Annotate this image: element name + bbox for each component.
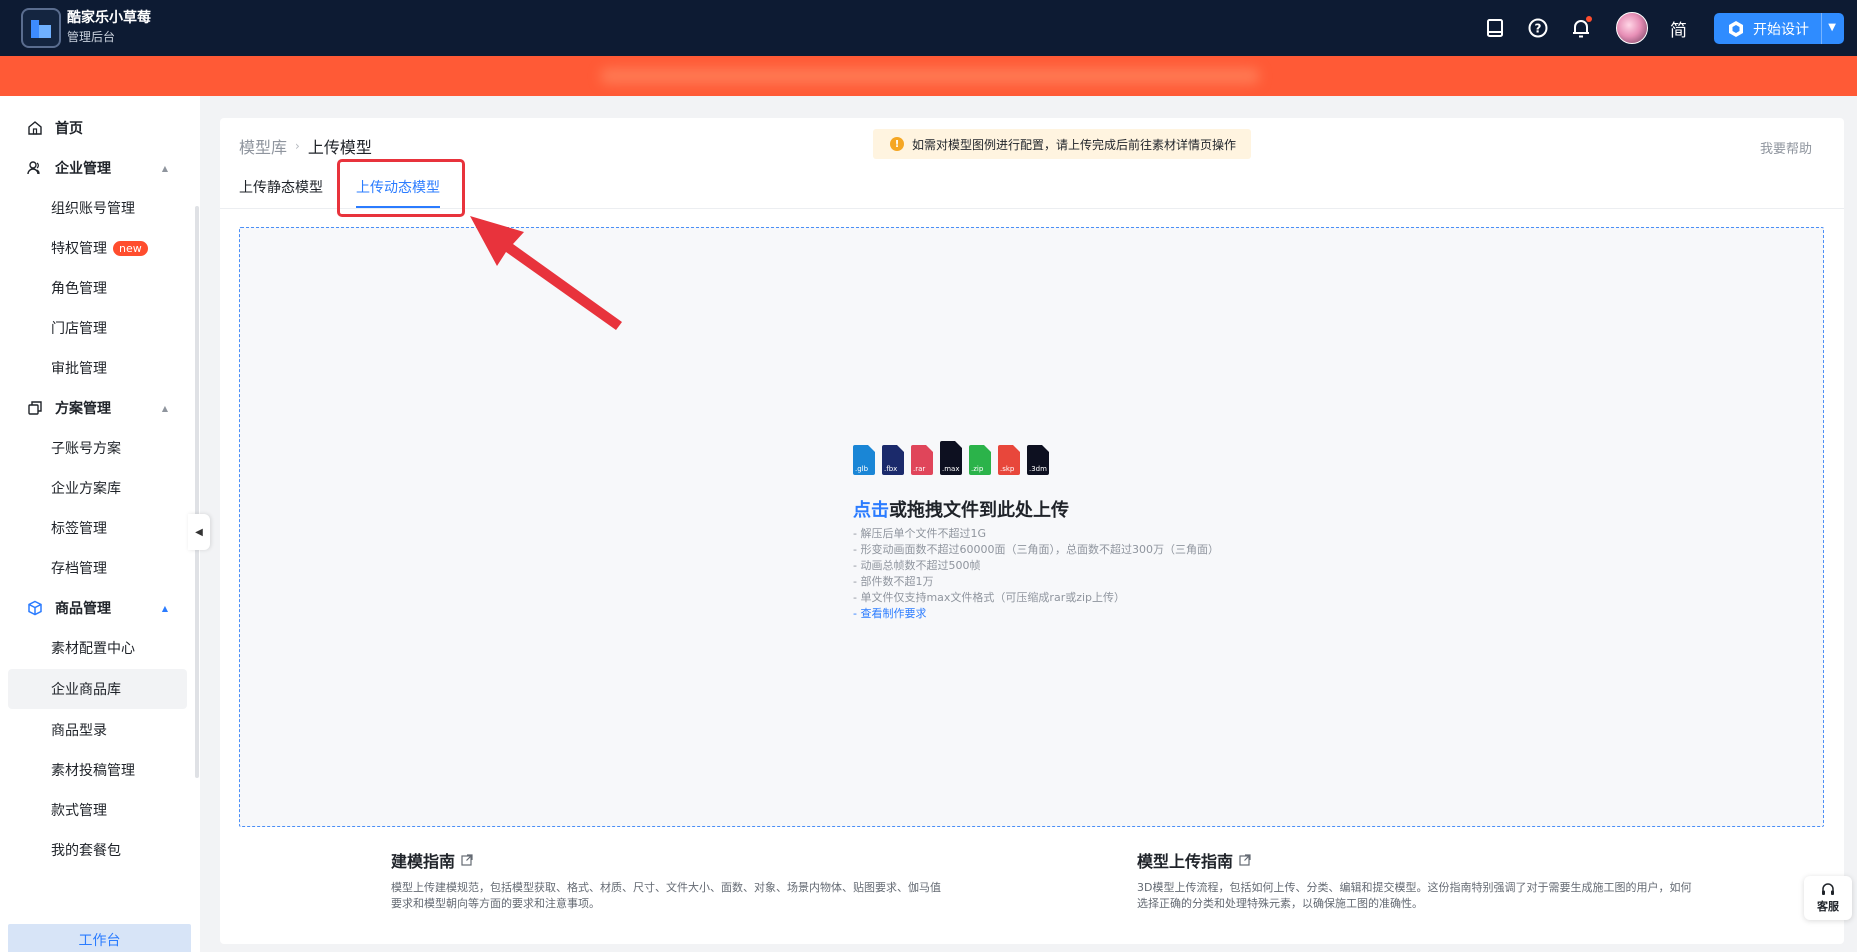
rule-line: - 形变动画面数不超过60000面（三角面），总面数不超过300万（三角面） [853, 543, 1219, 556]
rule-line: - 部件数不超1万 [853, 575, 934, 588]
main-card: 模型库 › 上传模型 ! 如需对模型图例进行配置，请上传完成后前往素材详情页操作… [220, 118, 1844, 944]
notification-dot [1586, 16, 1592, 22]
modeling-guide: 建模指南 模型上传建模规范，包括模型获取、格式、材质、尺寸、文件大小、面数、对象… [391, 848, 951, 912]
fbx-file-icon: .fbx [882, 445, 904, 475]
sidebar-group-plans[interactable]: 方案管理 ▲ [0, 388, 188, 428]
external-link-icon [1239, 854, 1251, 866]
new-badge: new [113, 240, 148, 256]
help-icon[interactable]: ? [1526, 16, 1550, 40]
cube-icon [27, 600, 43, 616]
rule-line: - 解压后单个文件不超过1G [853, 527, 986, 540]
upload-rules: - 解压后单个文件不超过1G - 形变动画面数不超过60000面（三角面），总面… [853, 526, 1219, 622]
rule-line: - 动画总帧数不超过500帧 [853, 559, 981, 572]
app-logo[interactable] [21, 8, 61, 48]
sidebar-item-enterprise-plans[interactable]: 企业方案库 [8, 468, 187, 508]
config-notice: ! 如需对模型图例进行配置，请上传完成后前往素材详情页操作 [873, 129, 1251, 159]
brand-subtitle: 管理后台 [67, 30, 116, 44]
sidebar-group-enterprise[interactable]: 企业管理 ▲ [0, 148, 188, 188]
collapse-arrow-icon: ▲ [161, 163, 168, 173]
book-icon[interactable] [1483, 16, 1507, 40]
promo-banner[interactable] [0, 56, 1857, 96]
upload-title: 点击或拖拽文件到此处上传 [853, 500, 1069, 521]
avatar[interactable] [1616, 12, 1648, 44]
headset-icon [1822, 883, 1834, 895]
sidebar-group-products[interactable]: 商品管理 ▲ [0, 588, 188, 628]
sidebar-item-home[interactable]: 首页 [0, 108, 188, 148]
sidebar-item-privileges[interactable]: 特权管理 new [8, 228, 187, 268]
caret-down-icon[interactable]: ▼ [1828, 22, 1836, 33]
sidebar-item-stores[interactable]: 门店管理 [8, 308, 187, 348]
warning-icon: ! [890, 137, 904, 151]
sidebar-item-styles[interactable]: 款式管理 [8, 790, 187, 830]
help-link[interactable]: 我要帮助 [1760, 138, 1812, 157]
max-file-icon: .max [940, 441, 962, 475]
external-link-icon [461, 854, 473, 866]
glb-file-icon: .glb [853, 445, 875, 475]
annotation-highlight-box [337, 159, 465, 217]
modeling-guide-desc: 模型上传建模规范，包括模型获取、格式、材质、尺寸、文件大小、面数、对象、场景内物… [391, 881, 941, 910]
requirements-link[interactable]: - 查看制作要求 [853, 606, 1219, 622]
sidebar-item-submissions[interactable]: 素材投稿管理 [8, 750, 187, 790]
sidebar-scrollbar[interactable] [195, 206, 199, 778]
breadcrumb-current: 上传模型 [307, 138, 372, 157]
brand-title: 酷家乐小草莓 [67, 10, 151, 26]
sidebar-item-roles[interactable]: 角色管理 [8, 268, 187, 308]
upload-guide-desc: 3D模型上传流程，包括如何上传、分类、编辑和提交模型。这份指南特别强调了对于需要… [1137, 881, 1692, 910]
modeling-guide-title[interactable]: 建模指南 [391, 848, 951, 872]
sidebar-item-packages[interactable]: 我的套餐包 [8, 830, 187, 870]
sidebar-item-approval[interactable]: 审批管理 [8, 348, 187, 388]
skp-file-icon: .skp [998, 445, 1020, 475]
collapse-arrow-icon: ▲ [161, 403, 168, 413]
sidebar-collapse-button[interactable]: ◀ [188, 514, 210, 550]
breadcrumb: 模型库 › 上传模型 [239, 134, 372, 158]
team-icon [27, 160, 43, 176]
sidebar-item-sub-plans[interactable]: 子账号方案 [8, 428, 187, 468]
breadcrumb-parent[interactable]: 模型库 [239, 134, 287, 158]
sidebar-item-org-accounts[interactable]: 组织账号管理 [8, 188, 187, 228]
rar-file-icon: .rar [911, 445, 933, 475]
svg-text:?: ? [1535, 22, 1542, 36]
sidebar-item-archive[interactable]: 存档管理 [8, 548, 187, 588]
top-header: 酷家乐小草莓 管理后台 ? 简 开始设计 ▼ [0, 0, 1857, 56]
upload-click-link[interactable]: 点击 [853, 500, 889, 521]
start-design-label: 开始设计 [1753, 21, 1809, 38]
notice-text: 如需对模型图例进行配置，请上传完成后前往素材详情页操作 [912, 137, 1237, 152]
tab-static-model[interactable]: 上传静态模型 [239, 178, 323, 210]
collapse-arrow-icon: ▲ [161, 603, 168, 613]
start-design-button[interactable]: 开始设计 ▼ [1714, 13, 1844, 44]
customer-service-button[interactable]: 客服 [1804, 876, 1852, 920]
logo-icon [31, 20, 51, 38]
design-icon [1729, 20, 1743, 37]
3dm-file-icon: .3dm [1027, 445, 1049, 475]
zip-file-icon: .zip [969, 445, 991, 475]
home-icon [27, 120, 43, 136]
sidebar-item-tags[interactable]: 标签管理 [8, 508, 187, 548]
sidebar-item-catalog[interactable]: 商品型录 [8, 710, 187, 750]
bell-icon[interactable] [1569, 16, 1593, 40]
sidebar-item-enterprise-products[interactable]: 企业商品库 [8, 669, 187, 709]
rule-line: - 单文件仅支持max文件格式（可压缩成rar或zip上传） [853, 591, 1126, 604]
sidebar: 首页 企业管理 ▲ 组织账号管理 特权管理 new 角色管理 门店管理 审批管理… [0, 96, 200, 952]
sidebar-item-material-config[interactable]: 素材配置中心 [8, 628, 187, 668]
breadcrumb-separator: › [295, 139, 300, 153]
upload-guide: 模型上传指南 3D模型上传流程，包括如何上传、分类、编辑和提交模型。这份指南特别… [1137, 848, 1697, 912]
copy-icon [27, 400, 43, 416]
upload-dropzone[interactable]: .glb .fbx .rar .max .zip .skp .3dm 点击或拖拽… [239, 227, 1824, 827]
workbench-button[interactable]: 工作台 [8, 924, 191, 952]
brand: 酷家乐小草莓 管理后台 [67, 8, 151, 46]
language-switch[interactable]: 简 [1670, 16, 1687, 41]
upload-guide-title[interactable]: 模型上传指南 [1137, 848, 1697, 872]
file-type-icons: .glb .fbx .rar .max .zip .skp .3dm [853, 441, 1056, 475]
